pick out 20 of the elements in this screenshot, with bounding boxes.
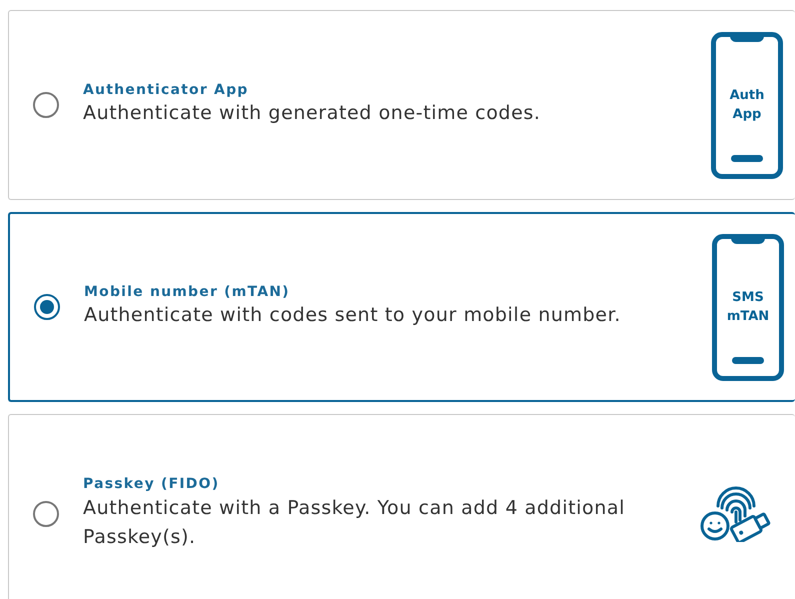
icon-label: mTAN xyxy=(726,308,770,326)
phone-notch xyxy=(730,36,764,42)
option-card[interactable]: Authenticator App Authenticate with generated one-time codes. Auth App xyxy=(8,10,795,200)
phone-notch xyxy=(731,238,765,244)
icon-label: SMS xyxy=(732,288,764,306)
option-card[interactable]: Mobile number (mTAN) Authenticate with codes sent to your mobile number. SMS mTAN xyxy=(8,212,795,402)
option-title: Mobile number (mTAN) xyxy=(84,283,290,302)
radio-button[interactable] xyxy=(33,501,59,527)
home-bar xyxy=(732,356,764,364)
option-description: Authenticate with codes sent to your mobile number. xyxy=(84,303,621,328)
option-title: Authenticator App xyxy=(83,81,249,100)
option-description: Authenticate with generated one-time codes. xyxy=(83,101,541,126)
option-description: Authenticate with a Passkey. You can add 4 additional Passkey(s). xyxy=(83,496,626,550)
option-card[interactable]: Passkey (FIDO) Authenticate with a Passkey. You can add 4 additional Passkey(s). xyxy=(8,414,795,599)
icon-label: Auth xyxy=(730,86,764,104)
icon-label: App xyxy=(732,106,762,124)
radio-button[interactable] xyxy=(33,92,59,118)
radio-button[interactable] xyxy=(34,294,60,320)
home-bar xyxy=(731,154,763,162)
option-title: Passkey (FIDO) xyxy=(83,475,220,494)
